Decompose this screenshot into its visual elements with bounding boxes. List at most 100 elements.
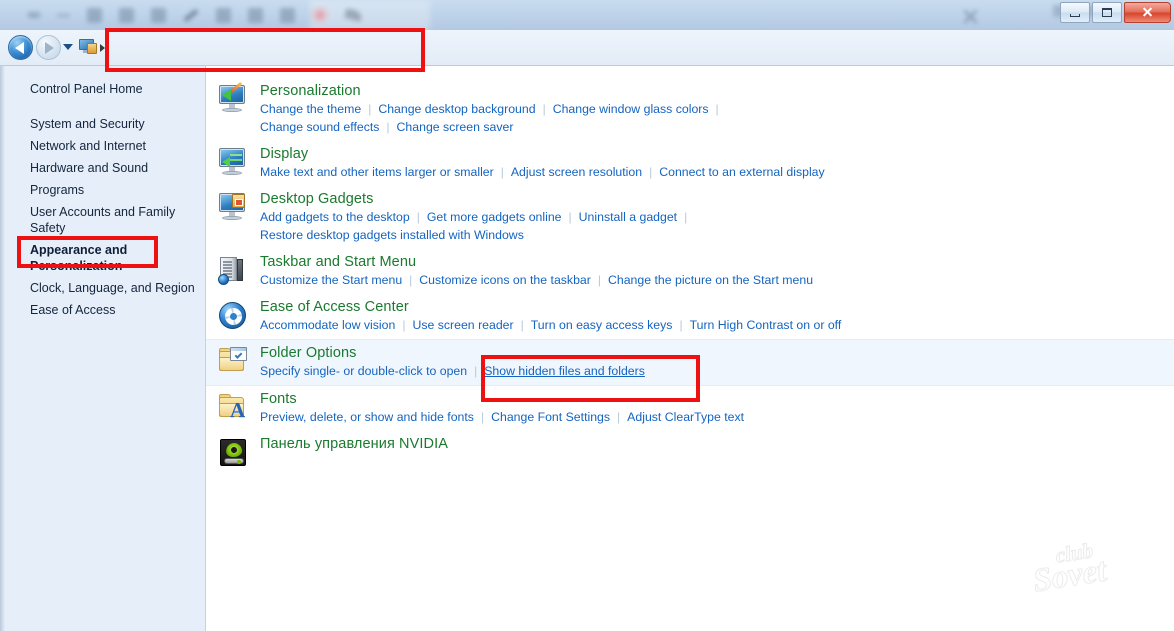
category-title[interactable]: Desktop Gadgets (260, 191, 694, 207)
category-task-link[interactable]: Customize the Start menu (260, 273, 402, 287)
category-link-line: Preview, delete, or show and hide fonts |… (260, 408, 744, 426)
sidebar-item-user-accounts-and-family-safety[interactable]: User Accounts and Family Safety (0, 201, 205, 239)
folder-options-icon (217, 347, 249, 377)
category-body: Display Make text and other items larger … (260, 146, 825, 181)
category-title[interactable]: Display (260, 146, 825, 162)
sidebar-item-ease-of-access[interactable]: Ease of Access (0, 299, 205, 321)
blurred-tab-ghost (310, 0, 430, 30)
category-task-link[interactable]: Change Font Settings (491, 410, 610, 424)
category-taskbar-and-start-menu: Taskbar and Start Menu Customize the Star… (206, 249, 1174, 294)
category-title[interactable]: Fonts (260, 391, 744, 407)
category-body: Fonts Preview, delete, or show and hide f… (260, 391, 744, 426)
category-icon-wrap (206, 299, 260, 334)
category-task-link[interactable]: Use screen reader (412, 318, 513, 332)
category-task-link[interactable]: Connect to an external display (659, 165, 824, 179)
category-display: Display Make text and other items larger … (206, 141, 1174, 186)
sidebar-item-programs[interactable]: Programs (0, 179, 205, 201)
category-task-link[interactable]: Add gadgets to the desktop (260, 210, 410, 224)
category-task-link[interactable]: Make text and other items larger or smal… (260, 165, 494, 179)
sidebar-item-hardware-and-sound[interactable]: Hardware and Sound (0, 157, 205, 179)
category-task-link[interactable]: Change sound effects (260, 120, 379, 134)
category-task-link[interactable]: Change window glass colors (553, 102, 709, 116)
category-icon-wrap (206, 146, 260, 181)
category-task-link[interactable]: Change desktop background (378, 102, 535, 116)
recent-pages-chevron-down-icon[interactable] (63, 44, 73, 50)
category-link-line: Accommodate low vision | Use screen reader… (260, 316, 841, 334)
category-task-link[interactable]: Change the theme (260, 102, 361, 116)
link-separator: | (480, 410, 485, 424)
settings-badge-shape (87, 43, 97, 54)
category-title[interactable]: Панель управления NVIDIA (260, 436, 448, 452)
blurred-close-icon (962, 8, 979, 24)
sidebar-item-control-panel-home[interactable]: Control Panel Home (0, 78, 205, 100)
category-task-link[interactable]: Show hidden files and folders (484, 364, 645, 378)
category-task-link[interactable]: Preview, delete, or show and hide fonts (260, 410, 474, 424)
category-task-link[interactable]: Specify single- or double-click to open (260, 364, 467, 378)
category-body: Folder Options Specify single- or double-… (260, 345, 645, 380)
blurred-icon (57, 13, 70, 17)
link-separator: | (715, 102, 719, 116)
category-task-link[interactable]: Adjust screen resolution (511, 165, 642, 179)
close-button[interactable] (1124, 2, 1171, 23)
category-task-link[interactable]: Get more gadgets online (427, 210, 562, 224)
minimize-button[interactable] (1060, 2, 1090, 23)
category-link-line: Restore desktop gadgets installed with W… (260, 226, 694, 244)
category-task-link[interactable]: Restore desktop gadgets installed with W… (260, 228, 524, 242)
category-task-link[interactable]: Customize icons on the taskbar (419, 273, 591, 287)
maximize-icon (1102, 8, 1112, 17)
link-separator: | (617, 410, 621, 424)
forward-button[interactable] (36, 35, 61, 60)
category-body: Taskbar and Start Menu Customize the Star… (260, 254, 813, 289)
link-separator: | (542, 102, 546, 116)
blurred-toolbar-strip (0, 0, 1174, 30)
blurred-icon (119, 7, 134, 23)
category-task-link[interactable]: Adjust ClearType text (627, 410, 744, 424)
link-separator: | (500, 165, 504, 179)
category-desktop-gadgets: Desktop Gadgets Add gadgets to the deskto… (206, 186, 1174, 249)
link-separator: | (368, 102, 372, 116)
category-body: Ease of Access Center Accommodate low vis… (260, 299, 841, 334)
category-title[interactable]: Folder Options (260, 345, 645, 361)
sidebar-item-appearance-and-personalization[interactable]: Appearance and Personalization (0, 239, 205, 277)
category-icon-wrap (206, 254, 260, 289)
display-icon (217, 148, 249, 178)
control-panel-icon (79, 39, 97, 55)
category-task-link[interactable]: Change screen saver (397, 120, 514, 134)
blurred-icon (216, 7, 231, 23)
category-task-link[interactable]: Turn on easy access keys (531, 318, 673, 332)
link-separator: | (684, 210, 688, 224)
back-arrow-icon (15, 41, 24, 54)
category-nvidia-control-panel: Панель управления NVIDIA (206, 431, 1174, 473)
category-fonts: A Fonts Preview, delete, or show and hide … (206, 386, 1174, 431)
close-icon (1142, 7, 1153, 18)
category-task-link[interactable]: Change the picture on the Start menu (608, 273, 813, 287)
window-controls (1058, 2, 1171, 23)
back-button[interactable] (8, 35, 33, 60)
personalization-icon (217, 81, 249, 115)
fonts-icon: A (217, 393, 249, 423)
category-title[interactable]: Ease of Access Center (260, 299, 841, 315)
sidebar-list: System and Security Network and Internet H… (0, 113, 205, 321)
category-task-link[interactable]: Turn High Contrast on or off (690, 318, 842, 332)
category-title[interactable]: Personalization (260, 83, 726, 99)
control-panel-window: Control Panel Appearance and Personaliza… (0, 0, 1174, 631)
category-link-line: Add gadgets to the desktop | Get more gadg… (260, 208, 694, 226)
address-bar: Control Panel Appearance and Personaliza… (0, 30, 1174, 90)
link-separator: | (597, 273, 601, 287)
desktop-gadgets-icon (217, 193, 249, 223)
category-icon-wrap (206, 191, 260, 244)
category-title[interactable]: Taskbar and Start Menu (260, 254, 813, 270)
sidebar-item-clock-language-and-region[interactable]: Clock, Language, and Region (0, 277, 205, 299)
category-icon-wrap (206, 81, 260, 136)
category-task-link[interactable]: Uninstall a gadget (579, 210, 677, 224)
sidebar-shadow (0, 66, 5, 631)
maximize-button[interactable] (1092, 2, 1122, 23)
category-body: Personalization Change the theme | Change d… (260, 83, 726, 136)
sidebar-item-system-and-security[interactable]: System and Security (0, 113, 205, 135)
category-folder-options: Folder Options Specify single- or double-… (206, 339, 1174, 386)
blurred-icon (28, 12, 40, 18)
link-separator: | (416, 210, 420, 224)
category-task-link[interactable]: Accommodate low vision (260, 318, 395, 332)
sidebar-item-network-and-internet[interactable]: Network and Internet (0, 135, 205, 157)
